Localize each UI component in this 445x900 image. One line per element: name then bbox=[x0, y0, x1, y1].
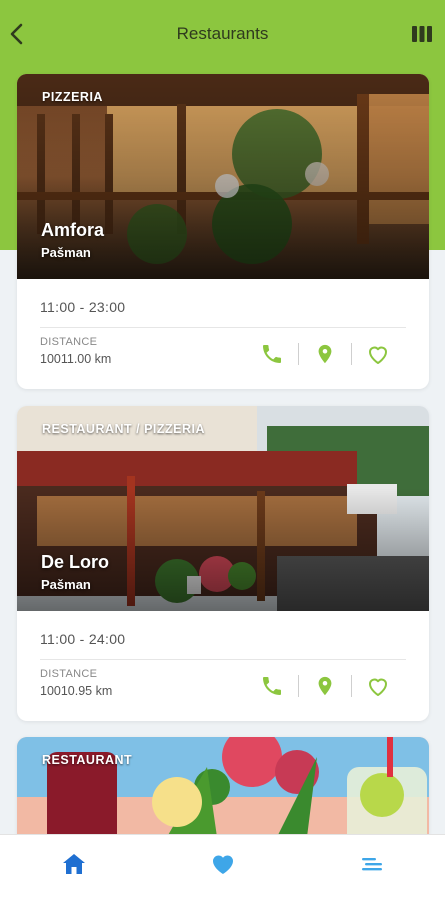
favorite-button[interactable] bbox=[363, 671, 393, 701]
menu-icon bbox=[362, 858, 382, 871]
restaurant-actions bbox=[257, 671, 393, 701]
restaurant-info: 11:00 - 23:00 DISTANCE 10011.00 km bbox=[17, 279, 429, 389]
distance-label: DISTANCE bbox=[40, 336, 98, 348]
restaurant-photo-image bbox=[17, 737, 429, 834]
nav-favorites[interactable] bbox=[208, 849, 238, 879]
restaurant-category: PIZZERIA bbox=[42, 90, 103, 104]
restaurant-photo: RESTAURANT bbox=[17, 737, 429, 834]
restaurant-place: Pašman bbox=[41, 577, 91, 592]
divider bbox=[40, 659, 406, 660]
columns-icon bbox=[412, 26, 432, 42]
page-title: Restaurants bbox=[176, 24, 269, 43]
restaurant-name: De Loro bbox=[41, 552, 110, 572]
restaurant-info: 11:00 - 24:00 DISTANCE 10010.95 km bbox=[17, 611, 429, 721]
restaurant-card-de-loro[interactable]: RESTAURANT / PIZZERIA De Loro Pašman 11:… bbox=[17, 406, 429, 721]
separator bbox=[298, 343, 299, 365]
divider bbox=[40, 327, 406, 328]
distance-value: 10011.00 km bbox=[40, 352, 112, 366]
call-button[interactable] bbox=[257, 339, 287, 369]
heart-outline-icon bbox=[369, 346, 387, 364]
distance-label: DISTANCE bbox=[40, 668, 98, 680]
opening-hours: 11:00 - 24:00 bbox=[40, 631, 126, 647]
nav-home[interactable] bbox=[59, 849, 89, 879]
nav-menu[interactable] bbox=[357, 849, 387, 879]
favorite-button[interactable] bbox=[363, 339, 393, 369]
distance-value: 10010.95 km bbox=[40, 684, 113, 698]
bottom-navigation bbox=[0, 834, 445, 900]
separator bbox=[351, 343, 352, 365]
restaurant-category: RESTAURANT bbox=[42, 753, 133, 767]
restaurant-card-amfora[interactable]: PIZZERIA Amfora Pašman 11:00 - 23:00 DIS… bbox=[17, 74, 429, 389]
location-pin-icon bbox=[318, 344, 332, 364]
call-button[interactable] bbox=[257, 671, 287, 701]
map-button[interactable] bbox=[310, 339, 340, 369]
restaurant-category: RESTAURANT / PIZZERIA bbox=[42, 422, 206, 436]
separator bbox=[298, 675, 299, 697]
map-button[interactable] bbox=[310, 671, 340, 701]
phone-icon bbox=[263, 677, 281, 695]
opening-hours: 11:00 - 23:00 bbox=[40, 299, 126, 315]
restaurant-name: Amfora bbox=[41, 220, 105, 240]
restaurant-place: Pašman bbox=[41, 245, 91, 260]
restaurant-photo: PIZZERIA Amfora Pašman bbox=[17, 74, 429, 279]
restaurant-card-3[interactable]: RESTAURANT bbox=[17, 737, 429, 834]
phone-icon bbox=[263, 345, 281, 363]
location-pin-icon bbox=[318, 676, 332, 696]
restaurant-photo: RESTAURANT / PIZZERIA De Loro Pašman bbox=[17, 406, 429, 611]
separator bbox=[351, 675, 352, 697]
home-icon bbox=[63, 854, 85, 874]
heart-outline-icon bbox=[369, 678, 387, 696]
restaurant-actions bbox=[257, 339, 393, 369]
app-header: Restaurants bbox=[0, 0, 445, 70]
heart-icon bbox=[212, 855, 234, 874]
restaurant-list[interactable]: PIZZERIA Amfora Pašman 11:00 - 23:00 DIS… bbox=[0, 0, 445, 834]
view-toggle-button[interactable] bbox=[411, 24, 433, 44]
